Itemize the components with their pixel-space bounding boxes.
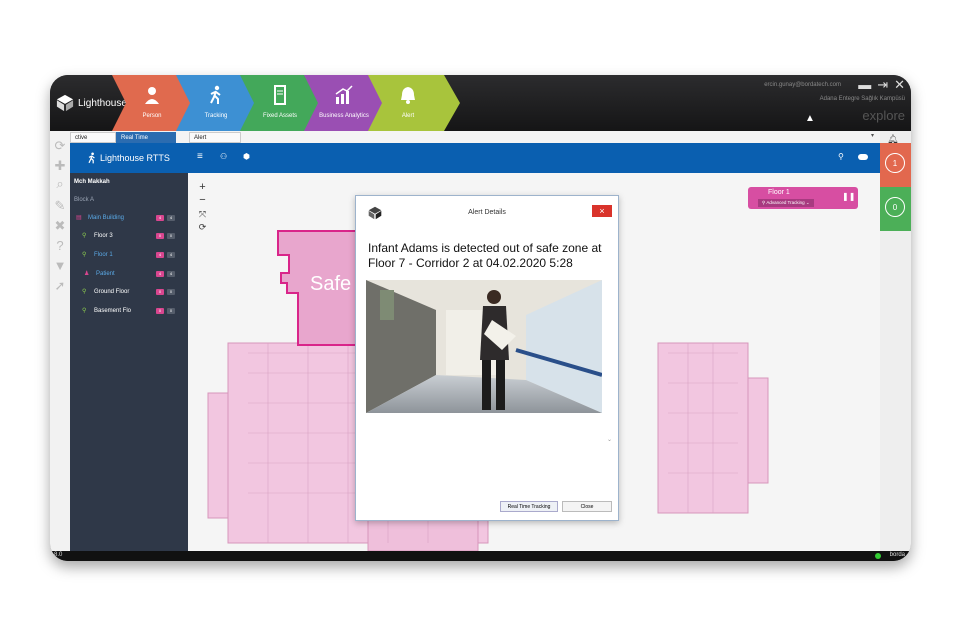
location-pin-icon: ⚲ [82,233,87,239]
tree-item[interactable]: ⚲ Basement Flo 0 0 [70,304,188,318]
location-pin-icon: ⚲ [82,252,87,258]
zoom-out-button[interactable]: − [196,194,209,206]
tracking-mode-select[interactable]: ⚲ Advanced Tracking ⌄ [758,199,814,207]
tree-item[interactable]: ⚲ Ground Floor 0 0 [70,285,188,299]
delete-icon[interactable]: ✖ [53,219,67,233]
user-email[interactable]: ercin.gunay@bordatech.com [764,82,841,88]
campus-name: Adana Entegre Sağlık Kampüsü [819,96,905,102]
cube-icon[interactable]: ⬢ [243,152,250,161]
device-icon [274,85,286,105]
tree-group[interactable]: Block A [74,193,192,207]
real-time-tracking-button[interactable]: Real Time Tracking [500,501,558,512]
count-badge: 4 [156,252,164,258]
building-icon: ▤ [76,215,82,221]
nav-label: Alert [401,113,415,119]
user-icon[interactable]: ⚇ [220,152,227,161]
count-badge: 4 [167,252,175,258]
alert-count-red[interactable]: 1 [880,143,911,187]
refresh-icon[interactable]: ⟳ [53,139,67,153]
brand-text: borda [889,552,905,558]
walking-person-icon [88,152,95,164]
logout-icon[interactable]: ⇥ [877,77,888,93]
window-controls: ▬ ⇥ ✕ [858,77,905,93]
person-icon [145,87,159,104]
search-document-icon[interactable]: ⌕ [53,177,67,191]
tree-item-label: Floor 1 [94,252,113,258]
tab-active-readers[interactable]: ctive Readers [70,132,116,152]
close-icon[interactable]: ✕ [894,77,905,93]
filter-icon[interactable]: ▼ [53,259,67,273]
tab-real-time-tracking[interactable]: Real Time Tracking × [116,132,176,152]
minimize-icon[interactable]: ▬ [858,77,871,93]
count-badge: 0 [156,308,164,314]
help-icon[interactable]: ? [53,239,67,253]
version-text: 8.0 [54,552,63,558]
toggle-icon[interactable] [858,154,868,160]
tab-dropdown-icon[interactable]: ▾ [871,132,874,139]
alert-details-dialog: Alert Details × Infant Adams is detected… [355,195,619,521]
search-icon[interactable]: ⚲ [838,152,844,161]
location-pin-icon: ⚲ [82,289,87,295]
tree-item-label: Main Building [88,215,125,221]
zoom-in-button[interactable]: + [196,181,209,193]
rtts-title: Lighthouse RTTS [100,153,170,163]
top-navigation-bar: Lighthouse Person Tracking Fixed Assets … [50,75,911,131]
camera-snapshot-image [366,280,602,413]
dialog-title: Alert Details [468,209,506,216]
walking-person-icon [210,85,221,104]
nav-alert[interactable]: Alert [368,75,460,131]
status-bar: 8.0 borda [50,551,911,561]
count-badge: 0 [156,289,164,295]
pause-icon[interactable]: ❚❚ [842,192,855,201]
edit-icon[interactable]: ✎ [53,199,67,213]
tree-item[interactable]: ▤ Main Building 4 4 [70,211,188,225]
cube-icon [56,94,74,112]
connection-status-dot [875,553,881,559]
count-badge: 0 [156,233,164,239]
tree-item-label: Patient [96,271,115,277]
floor-panel-title: Floor 1 [768,189,790,196]
tab-alert-definitions[interactable]: Alert Definitions [189,132,241,152]
add-icon[interactable]: ✚ [53,159,67,173]
export-icon[interactable]: ➚ [53,279,67,293]
count-badge: 0 [167,289,175,295]
left-toolbar: ⟳ ✚ ⌕ ✎ ✖ ? ▼ ➚ [50,131,70,551]
alert-count-green[interactable]: 0 [880,187,911,231]
count-badge: 0 [167,308,175,314]
tree-item-label: Ground Floor [94,289,130,295]
dialog-close-icon[interactable]: × [592,205,612,217]
alert-count-red-value: 1 [885,153,905,173]
explore-label[interactable]: explore [862,108,905,123]
tree-item[interactable]: ♟ Patient 4 4 [70,267,188,281]
tree-root[interactable]: Mch Makkah [74,175,192,189]
count-badge: 4 [167,271,175,277]
alert-count-green-value: 0 [885,197,905,217]
menu-icon[interactable]: ≡ [197,151,203,162]
bell-icon [401,87,415,104]
scroll-down-icon[interactable]: ⌄ [607,436,612,443]
rtts-header: Lighthouse RTTS ≡ ⚇ ⬢ ⚲ [70,143,880,173]
right-alert-rail: 🔔︎ 1 0 [880,131,911,551]
tree-item-label: Basement Flo [94,308,132,314]
tracking-mode-label: Advanced Tracking [766,200,805,205]
tab-strip: ctive Readers Real Time Tracking × Alert… [70,131,880,152]
mouse-cursor-icon: ▲ [805,113,815,124]
tree-item[interactable]: ⚲ Floor 3 00 [70,229,188,243]
location-tree: Mch Makkah Block A ▤ Main Building 4 4 ⚲ Floo… [70,173,188,551]
rotate-icon[interactable]: ⟳ [196,222,209,233]
close-button[interactable]: Close [562,501,612,512]
floor-panel[interactable]: Floor 1 ⚲ Advanced Tracking ⌄ ❚❚ [748,187,858,209]
count-badge: 0 [167,233,175,239]
count-badge: 4 [156,271,164,277]
patient-icon: ♟ [84,271,90,277]
tree-item[interactable]: ⚲ Floor 1 44 [70,248,188,262]
location-pin-icon: ⚲ [82,308,87,314]
chevron-down-icon: ⌄ [804,200,810,205]
fit-screen-icon[interactable]: ⤧ [196,209,209,220]
count-badge: 4 [167,215,175,221]
tree-item-label: Floor 3 [94,233,113,239]
count-badge: 4 [156,215,164,221]
chart-icon [335,85,353,104]
alert-message: Infant Adams is detected out of safe zon… [368,241,602,270]
